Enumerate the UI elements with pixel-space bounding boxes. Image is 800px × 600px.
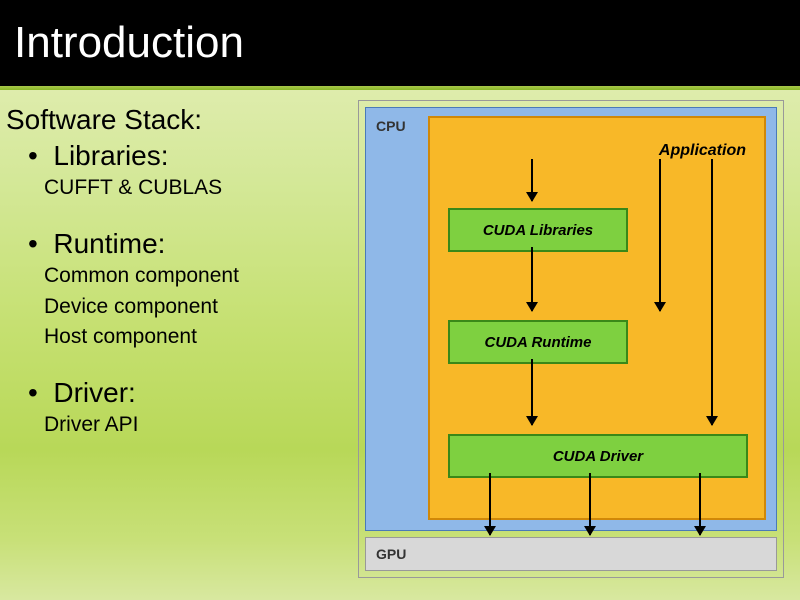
sub-runtime-2: Host component bbox=[6, 323, 346, 351]
arrow-driver-to-gpu-3 bbox=[699, 473, 701, 535]
gpu-label: GPU bbox=[376, 546, 406, 562]
application-label: Application bbox=[659, 142, 746, 160]
arrow-runtime-to-driver bbox=[531, 359, 533, 425]
cuda-libraries-box: CUDA Libraries bbox=[448, 208, 628, 252]
text-column: Software Stack: • Libraries: CUFFT & CUB… bbox=[6, 100, 346, 578]
arrow-app-to-lib bbox=[531, 159, 533, 201]
cpu-label: CPU bbox=[376, 118, 406, 134]
stack-heading: Software Stack: bbox=[6, 104, 346, 136]
bullet-runtime-label: Runtime: bbox=[53, 228, 165, 259]
arrow-app-to-driver bbox=[711, 159, 713, 425]
content-area: Software Stack: • Libraries: CUFFT & CUB… bbox=[0, 90, 800, 578]
bullet-libraries-label: Libraries: bbox=[53, 140, 168, 171]
cuda-driver-box: CUDA Driver bbox=[448, 434, 748, 478]
arrow-driver-to-gpu-2 bbox=[589, 473, 591, 535]
cuda-runtime-box: CUDA Runtime bbox=[448, 320, 628, 364]
sub-runtime-1: Device component bbox=[6, 293, 346, 321]
arrow-lib-to-runtime bbox=[531, 247, 533, 311]
bullet-libraries: • Libraries: bbox=[6, 140, 346, 172]
title-bar: Introduction bbox=[0, 0, 800, 86]
sub-libraries-0: CUFFT & CUBLAS bbox=[6, 174, 346, 202]
architecture-diagram: CPU Application CUDA Libraries CUDA Runt… bbox=[358, 100, 784, 578]
bullet-runtime: • Runtime: bbox=[6, 228, 346, 260]
page-title: Introduction bbox=[14, 18, 244, 68]
cpu-area: CPU Application CUDA Libraries CUDA Runt… bbox=[365, 107, 777, 531]
arrow-app-to-runtime bbox=[659, 159, 661, 311]
arrow-driver-to-gpu-1 bbox=[489, 473, 491, 535]
bullet-driver: • Driver: bbox=[6, 377, 346, 409]
sub-driver-0: Driver API bbox=[6, 411, 346, 439]
bullet-driver-label: Driver: bbox=[53, 377, 135, 408]
gpu-area: GPU bbox=[365, 537, 777, 571]
sub-runtime-0: Common component bbox=[6, 262, 346, 290]
